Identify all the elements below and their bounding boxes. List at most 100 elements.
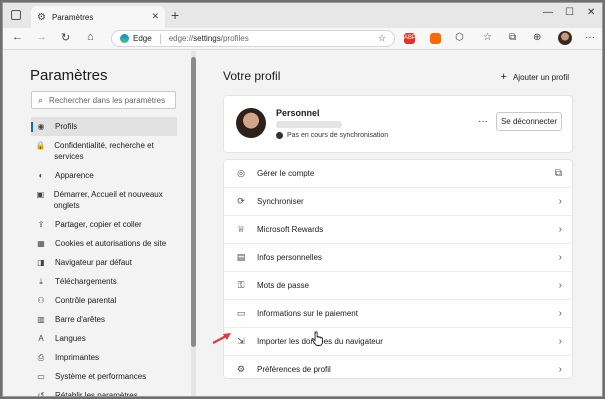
personal-info-icon: ▤ xyxy=(236,252,246,262)
avatar xyxy=(236,108,266,138)
profile-avatar-button[interactable] xyxy=(558,31,572,45)
favorite-star-icon[interactable]: ☆ xyxy=(378,33,386,44)
profile-option-row[interactable]: ♕ Microsoft Rewards › xyxy=(224,215,572,243)
sidebar-item[interactable]: ◉ Profils xyxy=(31,117,177,136)
favorites-icon[interactable]: ☆ xyxy=(483,32,492,43)
sidebar-title: Paramètres xyxy=(30,67,108,84)
sidebar-item-label: Partager, copier et coller xyxy=(55,220,142,229)
chevron-right-icon: › xyxy=(558,196,562,207)
sign-out-button[interactable]: Se déconnecter xyxy=(496,112,562,131)
cookie-icon: ▦ xyxy=(37,239,45,248)
external-link-icon: ⧉ xyxy=(554,167,562,179)
sync-icon: ⟳ xyxy=(237,196,245,206)
add-profile-label: Ajouter un profil xyxy=(512,72,569,82)
profile-more-button[interactable]: ··· xyxy=(478,116,488,127)
import-icon: ⇲ xyxy=(237,336,245,346)
address-brand: Edge xyxy=(133,34,152,43)
address-bar[interactable]: Edge edge://settings/profiles ☆ xyxy=(111,30,395,47)
sidebar-item[interactable]: ↺ Rétablir les paramètres xyxy=(31,386,177,396)
adblock-extension-icon[interactable]: ABP xyxy=(404,33,416,44)
profile-option-label: Mots de passe xyxy=(257,281,310,290)
minimize-button[interactable]: — xyxy=(543,7,553,18)
back-icon[interactable]: ← xyxy=(12,31,23,43)
scrollbar-thumb[interactable] xyxy=(191,57,196,347)
edge-logo-icon xyxy=(120,34,129,43)
tab-settings[interactable]: ⚙ Paramètres ✕ xyxy=(31,6,165,28)
settings-search-input[interactable]: ⌕ Rechercher dans les paramètres xyxy=(31,91,176,109)
sidebar-item[interactable]: A Langues xyxy=(31,329,177,348)
sidebar-item-label: Apparence xyxy=(55,171,94,180)
profile-icon: ◉ xyxy=(37,122,45,131)
sidebar-scrollbar[interactable] xyxy=(191,51,196,396)
profile-option-label: Synchroniser xyxy=(257,197,304,206)
more-menu-icon[interactable]: ··· xyxy=(585,32,595,43)
profile-option-row[interactable]: ▤ Infos personnelles › xyxy=(224,243,572,271)
language-icon: A xyxy=(38,334,44,343)
toolbar-extra-icon[interactable]: ⊕ xyxy=(533,32,541,43)
profile-option-label: Préférences de profil xyxy=(257,365,331,374)
sidebar-item-label: Téléchargements xyxy=(55,277,117,286)
sidebar-item[interactable]: ⇪ Partager, copier et coller xyxy=(31,215,177,234)
browser-window: ⚙ Paramètres ✕ + — ☐ ✕ ← → ↻ ⌂ Edge edge… xyxy=(2,2,603,397)
sidebar-item-label: Langues xyxy=(55,334,86,343)
palette-icon: ◐ xyxy=(38,171,44,180)
sidebar-item-label: Profils xyxy=(55,122,78,131)
sync-status-text: Pas en cours de synchronisation xyxy=(287,132,389,139)
account-icon: ◎ xyxy=(237,167,245,178)
sidebar-item[interactable]: ▦ Cookies et autorisations de site xyxy=(31,234,177,253)
key-icon: ⚿ xyxy=(237,280,245,290)
navigation-bar: ← → ↻ ⌂ Edge edge://settings/profiles ☆ … xyxy=(3,28,602,50)
tab-close-icon[interactable]: ✕ xyxy=(151,11,159,22)
profile-option-row[interactable]: ⟳ Synchroniser › xyxy=(224,187,572,215)
page-title: Votre profil xyxy=(223,69,281,83)
plus-icon: + xyxy=(500,71,507,83)
extension-icon[interactable] xyxy=(430,33,441,44)
family-icon: ⚇ xyxy=(37,296,45,305)
download-icon: ⤓ xyxy=(39,277,43,286)
sidebar-item-label: Cookies et autorisations de site xyxy=(55,239,167,248)
maximize-button[interactable]: ☐ xyxy=(565,7,574,18)
profile-option-label: Informations sur le paiement xyxy=(257,309,358,318)
sidebar-item[interactable]: ▥ Barre d'arêtes xyxy=(31,310,177,329)
tab-actions-icon[interactable] xyxy=(11,10,21,20)
sidebar-item-label: Démarrer, Accueil et nouveaux onglets xyxy=(53,190,163,210)
printer-icon: ⎙ xyxy=(37,353,45,362)
add-profile-button[interactable]: + Ajouter un profil xyxy=(501,71,569,83)
lock-icon: 🔒 xyxy=(35,141,46,150)
profile-option-row[interactable]: ◎ Gérer le compte ⧉ xyxy=(224,159,572,187)
sidebar-item-label: Navigateur par défaut xyxy=(55,258,132,267)
sidebar-item[interactable]: 🔒 Confidentialité, recherche et services xyxy=(31,136,177,166)
active-indicator xyxy=(31,122,33,132)
profile-option-row[interactable]: ⇲Importer les données du navigateur› xyxy=(224,327,572,355)
sidebar-item[interactable]: ◨ Navigateur par défaut xyxy=(31,253,177,272)
close-window-button[interactable]: ✕ xyxy=(587,7,595,18)
profile-option-row[interactable]: ▭ Informations sur le paiement › xyxy=(224,299,572,327)
system-icon: ▭ xyxy=(37,372,45,381)
sidebar-item[interactable]: ⎙ Imprimantes xyxy=(31,348,177,367)
forward-icon[interactable]: → xyxy=(36,31,47,43)
profile-option-row[interactable]: ⚙ Préférences de profil › xyxy=(224,355,572,383)
home-icon[interactable]: ⌂ xyxy=(87,31,94,43)
address-divider xyxy=(159,33,161,44)
sidebar-item[interactable]: ⤓ Téléchargements xyxy=(31,272,177,291)
collections-icon[interactable]: ⧉ xyxy=(509,32,516,43)
sidebar-item[interactable]: ▭ Système et performances xyxy=(31,367,177,386)
profile-prefs-icon: ⚙ xyxy=(236,364,246,374)
sidebar-item[interactable]: ▣ Démarrer, Accueil et nouveaux onglets xyxy=(31,185,177,215)
profile-option-label: Infos personnelles xyxy=(257,253,322,262)
sidebar-item[interactable]: ⚇ Contrôle parental xyxy=(31,291,177,310)
sidebar-item-label: Barre d'arêtes xyxy=(55,315,105,324)
chevron-right-icon: › xyxy=(558,280,562,291)
annotation-arrow-icon xyxy=(212,333,231,344)
sidebar-item-label: Confidentialité, recherche et services xyxy=(54,141,154,161)
profile-name: Personnel xyxy=(276,108,320,118)
new-tab-button[interactable]: + xyxy=(171,7,179,23)
profile-email-redacted xyxy=(276,121,342,128)
chevron-right-icon: › xyxy=(558,252,562,263)
chevron-right-icon: › xyxy=(558,224,562,235)
profile-option-row[interactable]: ⚿ Mots de passe › xyxy=(224,271,572,299)
refresh-icon[interactable]: ↻ xyxy=(61,31,70,44)
extensions-icon[interactable]: ⬡ xyxy=(455,32,464,43)
profile-option-label: Gérer le compte xyxy=(257,168,315,178)
sidebar-item[interactable]: ◐ Apparence xyxy=(31,166,177,185)
